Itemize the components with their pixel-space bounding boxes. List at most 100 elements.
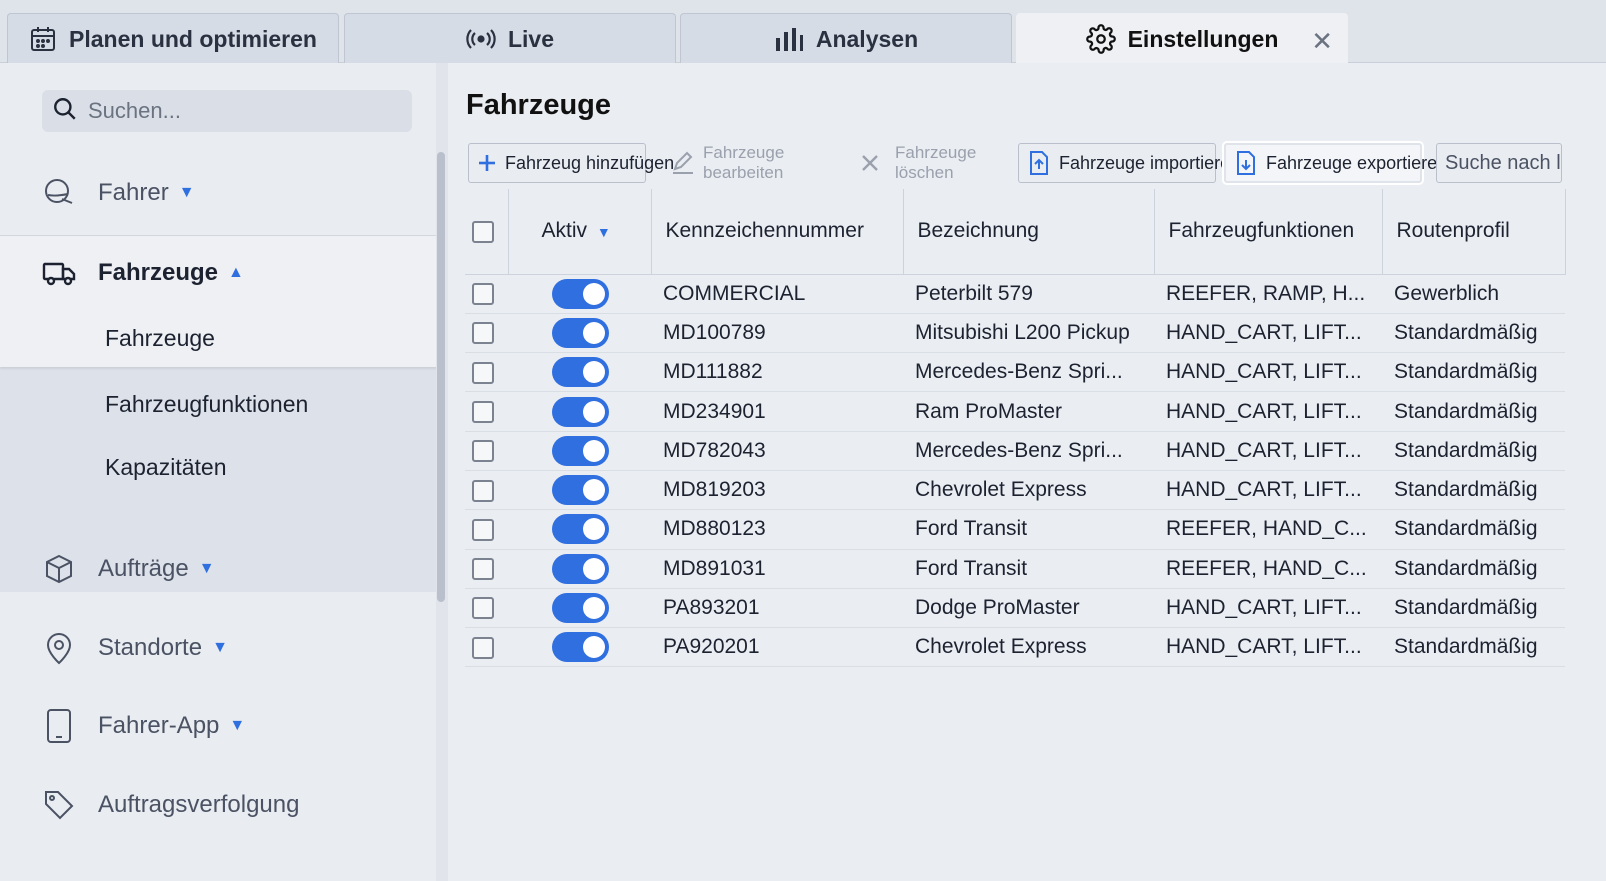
plate-cell: MD111882 (651, 352, 903, 393)
table-row[interactable]: MD891031 Ford Transit REEFER, HAND_C... Sta… (465, 549, 1565, 589)
package-icon (42, 553, 76, 585)
select-all-checkbox[interactable] (472, 220, 494, 243)
name-cell: Mitsubishi L200 Pickup (903, 313, 1154, 354)
tab-label: Analysen (815, 25, 919, 52)
tag-icon (42, 789, 76, 821)
row-active-cell (508, 588, 651, 629)
column-header-fahrzeugfunktionen[interactable]: Fahrzeugfunktionen (1154, 189, 1383, 275)
row-checkbox[interactable] (472, 558, 494, 581)
edit-vehicles-button[interactable]: Fahrzeuge bearbeiten (663, 143, 823, 183)
plate-cell: PA920201 (651, 627, 903, 668)
features-cell: REEFER, RAMP, H... (1154, 274, 1382, 314)
sidebar-subitem-fahrzeuge[interactable]: Fahrzeuge (0, 309, 438, 367)
row-checkbox[interactable] (472, 283, 494, 306)
active-toggle[interactable] (552, 396, 609, 427)
row-checkbox[interactable] (472, 440, 494, 463)
row-select-cell (465, 627, 508, 668)
delete-vehicles-button[interactable]: Fahrzeuge löschen (853, 143, 1003, 183)
table-row[interactable]: MD111882 Mercedes-Benz Spri... HAND_CART, … (465, 352, 1565, 393)
sidebar-scrollbar[interactable] (437, 152, 445, 602)
column-header-kennzeichen[interactable]: Kennzeichennummer (651, 189, 904, 275)
column-header-aktiv[interactable]: Aktiv ▼ (508, 189, 652, 275)
active-toggle[interactable] (552, 317, 609, 348)
row-checkbox[interactable] (472, 400, 494, 423)
page-title: Fahrzeuge (466, 89, 612, 121)
plate-cell: MD880123 (651, 509, 903, 550)
chevron-down-icon: ▼ (596, 224, 611, 241)
sidebar-subitem-fahrzeugfunktionen[interactable]: Fahrzeugfunktionen (0, 375, 438, 433)
active-toggle[interactable] (552, 475, 609, 506)
active-toggle[interactable] (552, 553, 609, 584)
profile-cell: Standardmäßig (1382, 627, 1565, 668)
table-row[interactable]: COMMERCIAL Peterbilt 579 REEFER, RAMP, H..… (465, 274, 1565, 314)
edit-vehicles-label: Fahrzeuge bearbeiten (703, 143, 785, 182)
plus-icon (477, 153, 497, 173)
delete-vehicles-label: Fahrzeuge löschen (895, 143, 977, 182)
upload-icon (1027, 150, 1051, 176)
search-vehicles-input[interactable]: Suche nach li (1436, 143, 1562, 183)
row-checkbox[interactable] (472, 322, 494, 345)
sidebar-subitem-kapazitaeten[interactable]: Kapazitäten (0, 438, 438, 496)
column-header-routenprofil[interactable]: Routenprofil (1382, 189, 1566, 275)
gear-icon (1085, 24, 1116, 54)
import-vehicles-label: Fahrzeuge importieren (1059, 152, 1241, 173)
import-vehicles-button[interactable]: Fahrzeuge importieren (1018, 143, 1240, 183)
table-row[interactable]: MD819203 Chevrolet Express HAND_CART, LIFT… (465, 470, 1565, 511)
row-checkbox[interactable] (472, 636, 494, 659)
name-cell: Chevrolet Express (903, 470, 1154, 511)
features-cell: HAND_CART, LIFT... (1154, 470, 1382, 511)
row-checkbox[interactable] (472, 479, 494, 502)
row-checkbox[interactable] (472, 361, 494, 384)
row-select-cell (465, 549, 508, 589)
tab-label: Planen und optimieren (69, 25, 317, 52)
chevron-up-icon: ▲ (228, 263, 244, 281)
vehicles-table: Aktiv ▼ Kennzeichennummer Bezeichnung Fa… (465, 189, 1566, 668)
active-toggle[interactable] (552, 357, 609, 388)
column-header-bezeichnung[interactable]: Bezeichnung (903, 189, 1155, 275)
sidebar-search[interactable] (42, 90, 412, 132)
close-icon[interactable]: ✕ (1311, 26, 1333, 57)
table-row[interactable]: PA920201 Chevrolet Express HAND_CART, LIFT… (465, 627, 1565, 668)
active-toggle[interactable] (552, 514, 609, 545)
row-select-cell (465, 274, 508, 314)
table-row[interactable]: MD782043 Mercedes-Benz Spri... HAND_CART, … (465, 431, 1565, 471)
name-cell: Ram ProMaster (903, 391, 1154, 432)
row-active-cell (508, 627, 651, 668)
profile-cell: Standardmäßig (1382, 313, 1565, 354)
table-row[interactable]: MD234901 Ram ProMaster HAND_CART, LIFT... S… (465, 391, 1565, 432)
active-toggle[interactable] (552, 435, 609, 466)
sidebar-item-fahrer-app[interactable]: Fahrer-App ▼ (0, 696, 438, 756)
tab-einstellungen[interactable]: Einstellungen ✕ (1016, 13, 1348, 64)
tab-planen[interactable]: Planen und optimieren (7, 13, 339, 64)
sidebar-item-fahrer[interactable]: Fahrer ▼ (0, 163, 438, 223)
table-row[interactable]: PA893201 Dodge ProMaster HAND_CART, LIFT..… (465, 588, 1565, 629)
table-row[interactable]: MD880123 Ford Transit REEFER, HAND_C... Sta… (465, 509, 1565, 550)
main-content: Fahrzeuge Fahrzeug hinzufügen Fahrzeuge … (448, 63, 1606, 881)
sidebar-item-fahrzeuge[interactable]: Fahrzeuge ▲ (0, 235, 438, 309)
row-select-cell (465, 431, 508, 471)
row-checkbox[interactable] (472, 597, 494, 620)
tab-analysen[interactable]: Analysen (680, 13, 1012, 64)
add-vehicle-button[interactable]: Fahrzeug hinzufügen (468, 143, 674, 183)
sidebar-item-auftragsverfolgung[interactable]: Auftragsverfolgung (0, 775, 438, 835)
sidebar-item-label: Aufträge (98, 555, 189, 582)
sidebar-item-standorte[interactable]: Standorte ▼ (0, 618, 438, 678)
export-vehicles-button[interactable]: Fahrzeuge exportieren (1224, 143, 1447, 183)
row-checkbox[interactable] (472, 518, 494, 541)
profile-cell: Standardmäßig (1382, 509, 1565, 550)
table-row[interactable]: MD100789 Mitsubishi L200 Pickup HAND_CART,… (465, 313, 1565, 354)
plate-cell: PA893201 (651, 588, 903, 629)
row-active-cell (508, 549, 651, 589)
tab-live[interactable]: Live (344, 13, 676, 64)
search-input[interactable] (88, 98, 388, 124)
active-toggle[interactable] (552, 632, 609, 663)
active-toggle[interactable] (552, 278, 609, 309)
plate-cell: MD782043 (651, 431, 903, 471)
tab-label: Einstellungen (1127, 25, 1279, 52)
active-toggle[interactable] (552, 593, 609, 624)
table-header-row: Aktiv ▼ Kennzeichennummer Bezeichnung Fa… (465, 189, 1566, 275)
sidebar-item-auftraege[interactable]: Aufträge ▼ (0, 539, 438, 599)
truck-icon (42, 258, 76, 288)
features-cell: REEFER, HAND_C... (1154, 549, 1382, 589)
row-active-cell (508, 313, 651, 354)
